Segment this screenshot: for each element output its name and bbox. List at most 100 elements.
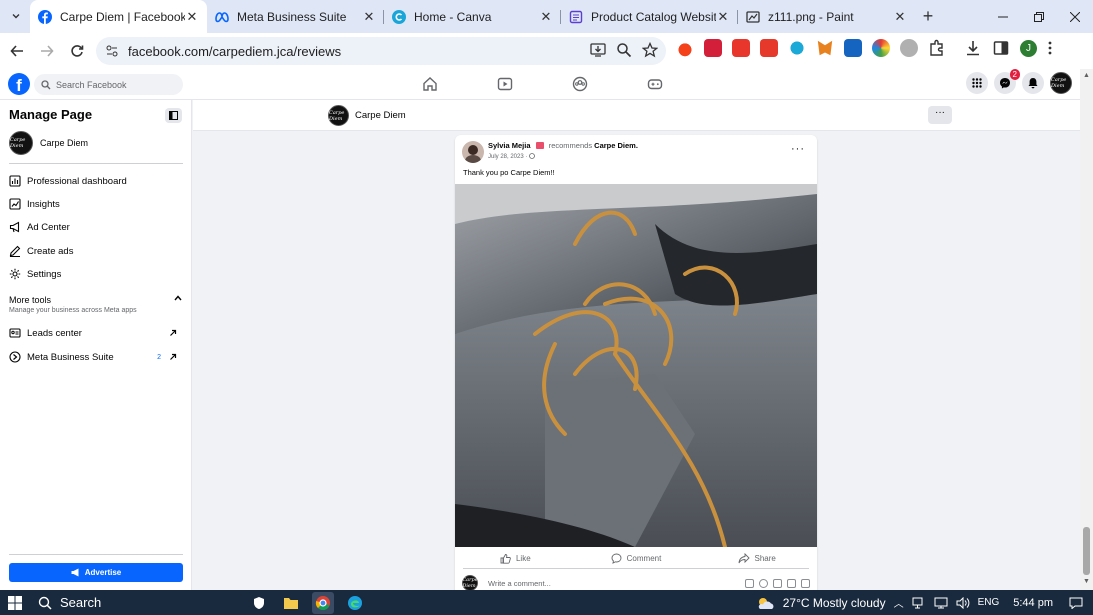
address-bar[interactable]: facebook.com/carpediem.jca/reviews — [96, 37, 666, 65]
volume-icon[interactable] — [956, 596, 970, 609]
facebook-logo[interactable]: f — [8, 73, 30, 95]
notification-center-icon[interactable] — [1069, 597, 1083, 609]
scroll-up-arrow-icon[interactable]: ▲ — [1083, 72, 1090, 79]
tab-close-icon[interactable]: ✕ — [716, 9, 730, 24]
network-icon[interactable] — [912, 597, 926, 609]
sidebar-item-meta-business-suite[interactable]: Meta Business Suite 2 — [9, 348, 183, 366]
install-app-icon[interactable] — [590, 42, 606, 58]
downloads-icon[interactable] — [964, 39, 982, 57]
tab-close-icon[interactable]: ✕ — [362, 9, 376, 24]
weather-cloud-icon[interactable] — [755, 596, 775, 610]
post-photo-shoes[interactable] — [455, 184, 817, 547]
sidebar-page-switcher[interactable]: Carpe Diem Carpe Diem — [9, 131, 88, 155]
scrollbar-thumb[interactable] — [1083, 527, 1090, 575]
page-name[interactable]: Carpe Diem — [355, 110, 406, 121]
file-explorer-icon[interactable] — [280, 592, 302, 614]
more-tools-heading[interactable]: More tools — [9, 295, 51, 305]
minimize-icon[interactable] — [985, 0, 1021, 33]
tab-close-icon[interactable]: ✕ — [893, 9, 907, 24]
security-shield-icon[interactable] — [248, 592, 270, 614]
extensions-puzzle-icon[interactable] — [928, 39, 946, 57]
like-button[interactable]: Like — [455, 547, 576, 569]
emoji-icon[interactable] — [759, 578, 768, 588]
clock[interactable]: 5:44 pm — [1013, 597, 1053, 609]
windows-start-icon[interactable] — [0, 590, 30, 615]
tab-home-canva[interactable]: Home - Canva ✕ — [384, 0, 561, 33]
account-avatar[interactable]: Carpe Diem — [1050, 72, 1072, 94]
profile-avatar[interactable]: J — [1020, 39, 1037, 57]
extension-download-icon[interactable] — [732, 39, 750, 57]
extension-gift-icon[interactable] — [760, 39, 778, 57]
sidebar-item-professional-dashboard[interactable]: Professional dashboard — [9, 172, 183, 190]
gaming-icon[interactable] — [647, 76, 663, 92]
tab-meta-business-suite[interactable]: Meta Business Suite ✕ — [207, 0, 384, 33]
extension-cursor-icon[interactable] — [844, 39, 862, 57]
tab-carpe-diem-facebook[interactable]: Carpe Diem | Facebook ✕ — [30, 0, 207, 33]
extension-flame-icon[interactable] — [676, 39, 694, 57]
bookmark-star-icon[interactable] — [642, 42, 658, 58]
page-avatar[interactable]: Carpe Diem — [328, 105, 349, 126]
zoom-icon[interactable] — [616, 42, 632, 58]
facebook-icon — [38, 9, 52, 24]
page-more-options-button[interactable]: ··· — [928, 106, 952, 124]
tab-close-icon[interactable]: ✕ — [185, 9, 199, 24]
extension-search-icon[interactable] — [788, 39, 806, 57]
chrome-icon[interactable] — [312, 591, 334, 614]
display-icon[interactable] — [934, 597, 948, 609]
tab-search-chevron-icon[interactable] — [6, 6, 26, 26]
site-info-icon[interactable] — [106, 45, 118, 57]
facebook-search-input[interactable]: Search Facebook — [34, 74, 183, 95]
side-panel-icon[interactable] — [992, 39, 1010, 57]
browser-menu-icon[interactable] — [1047, 40, 1053, 56]
collapse-sidebar-button[interactable] — [165, 108, 182, 123]
post-options-icon[interactable]: ··· — [791, 143, 805, 155]
groups-icon[interactable] — [572, 76, 588, 92]
home-icon[interactable] — [422, 76, 438, 92]
forward-arrow-icon[interactable] — [34, 38, 60, 64]
tab-close-icon[interactable]: ✕ — [539, 9, 553, 24]
extension-pocket-icon[interactable] — [704, 39, 722, 57]
edge-icon[interactable] — [344, 592, 366, 614]
weather-text[interactable]: 27°C Mostly cloudy — [783, 596, 886, 610]
camera-icon[interactable] — [773, 578, 782, 588]
share-button[interactable]: Share — [696, 547, 817, 569]
scroll-down-arrow-icon[interactable]: ▼ — [1083, 578, 1090, 585]
sidebar-item-create-ads[interactable]: Create ads — [9, 242, 183, 260]
reload-icon[interactable] — [64, 38, 90, 64]
menu-grid-button[interactable] — [966, 72, 988, 94]
tab-paint[interactable]: z111.png - Paint ✕ — [738, 0, 915, 33]
post-verb: recommends — [548, 141, 593, 150]
post-date[interactable]: July 28, 2023 · — [488, 153, 535, 160]
language-indicator[interactable]: ENG — [978, 597, 1000, 608]
avatar-sticker-icon[interactable] — [745, 578, 754, 588]
comment-input[interactable]: Write a comment... — [488, 579, 745, 588]
sidebar-item-leads-center[interactable]: Leads center — [9, 324, 183, 342]
chevron-up-icon[interactable] — [174, 295, 182, 301]
tab-product-catalog[interactable]: Product Catalog Website in ✕ — [561, 0, 738, 33]
sidebar-item-insights[interactable]: Insights — [9, 195, 183, 213]
author-avatar[interactable] — [462, 141, 484, 163]
new-tab-button[interactable]: + — [915, 0, 941, 33]
messenger-button[interactable]: 2 — [994, 69, 1020, 94]
chevron-up-icon[interactable]: ︿ — [894, 595, 904, 610]
commenter-avatar[interactable]: Carpe Diem — [462, 575, 478, 591]
extension-color-icon[interactable] — [872, 39, 890, 57]
taskbar-search[interactable]: Search — [38, 595, 178, 610]
post-target-page[interactable]: Carpe Diem. — [594, 141, 638, 150]
restore-icon[interactable] — [1021, 0, 1057, 33]
video-icon[interactable] — [497, 76, 513, 92]
sidebar-item-settings[interactable]: Settings — [9, 265, 183, 283]
sticker-icon[interactable] — [801, 578, 810, 588]
advertise-button[interactable]: Advertise — [9, 563, 183, 582]
sidebar-item-ad-center[interactable]: Ad Center — [9, 218, 183, 236]
close-window-icon[interactable] — [1057, 0, 1093, 33]
extension-aperture-icon[interactable] — [900, 39, 918, 57]
post-author-name[interactable]: Sylvia Mejia — [488, 141, 531, 150]
browser-tab-strip: Carpe Diem | Facebook ✕ Meta Business Su… — [0, 0, 1093, 33]
gif-icon[interactable] — [787, 578, 796, 588]
page-scrollbar[interactable]: ▲ ▼ — [1080, 69, 1093, 590]
notifications-button[interactable] — [1022, 72, 1044, 94]
extension-metamask-icon[interactable] — [817, 40, 833, 56]
back-arrow-icon[interactable] — [4, 38, 30, 64]
comment-button[interactable]: Comment — [576, 547, 697, 569]
